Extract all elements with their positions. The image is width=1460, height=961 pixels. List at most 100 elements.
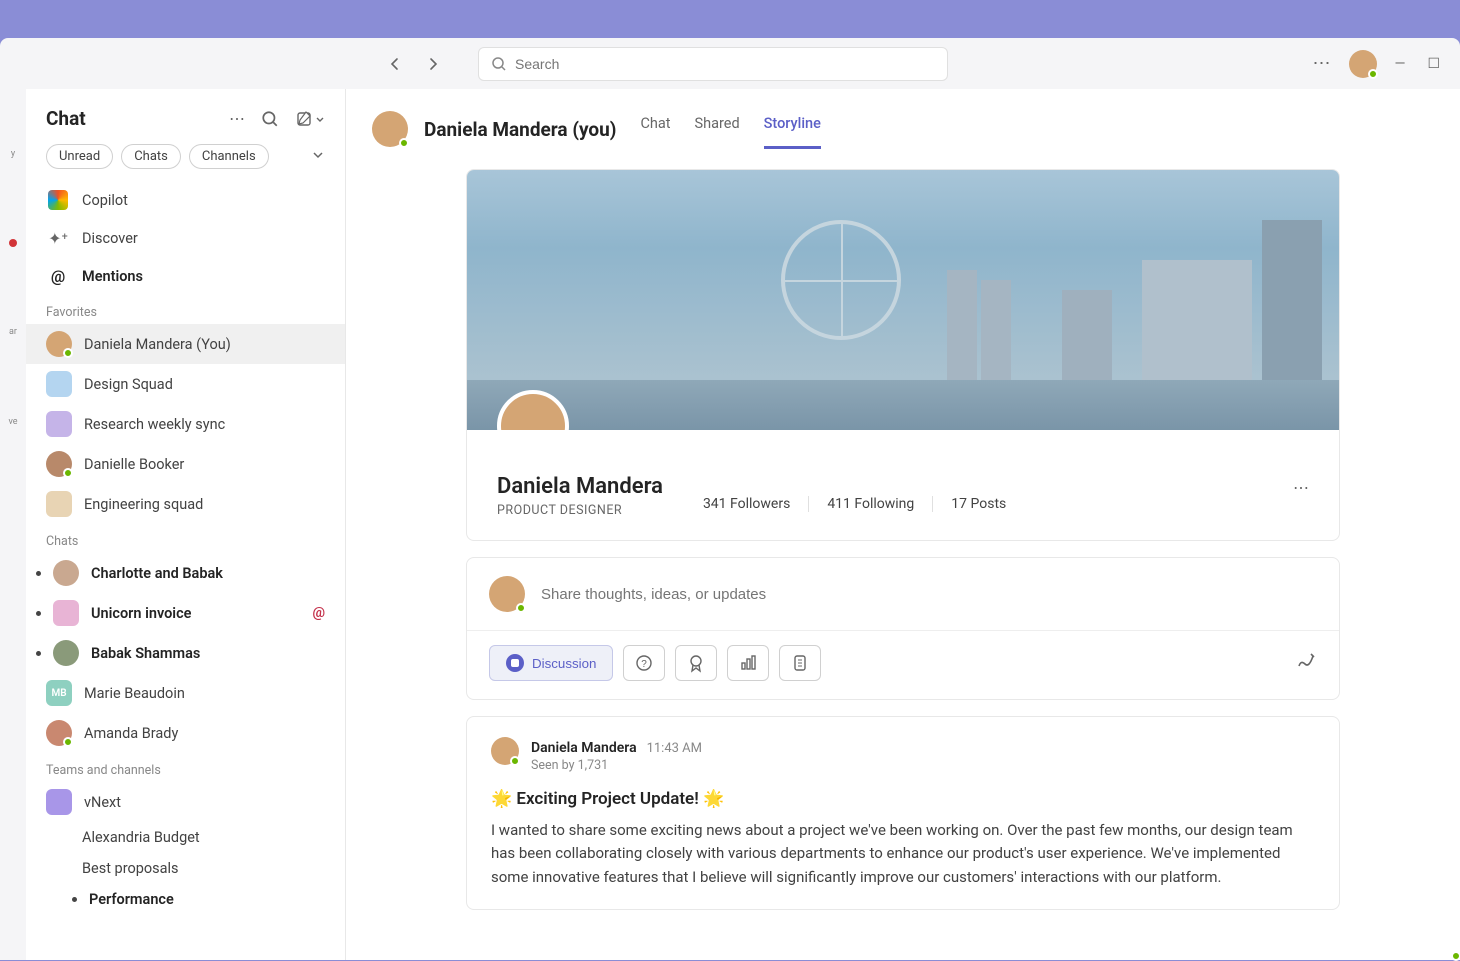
composer-input[interactable]	[541, 586, 1317, 603]
search-input[interactable]	[515, 56, 935, 72]
tab-storyline[interactable]: Storyline	[764, 109, 821, 149]
sidebar-item-vnext[interactable]: vNext	[26, 782, 345, 822]
search-icon	[491, 56, 507, 72]
rail-item[interactable]: ar	[9, 327, 17, 337]
filter-expand-icon[interactable]	[311, 147, 325, 166]
sidebar-item-label: Unicorn invoice	[91, 605, 191, 622]
sidebar-item-label: Best proposals	[82, 860, 179, 877]
main-content: Daniela Mandera (you) Chat Shared Storyl…	[346, 89, 1460, 960]
nav-back-button[interactable]	[380, 49, 410, 79]
question-icon: ?	[634, 653, 654, 673]
sidebar-item-charlotte-babak[interactable]: Charlotte and Babak	[26, 553, 345, 593]
post-author[interactable]: Daniela Mandera	[531, 740, 637, 756]
post-card: Daniela Mandera 11:43 AM Seen by 1,731 🌟…	[466, 716, 1340, 910]
profile-avatar[interactable]	[497, 390, 569, 430]
question-button[interactable]: ?	[623, 645, 665, 681]
posts-stat[interactable]: 17 Posts	[932, 496, 1024, 512]
signature-button[interactable]	[1295, 650, 1317, 676]
sidebar-item-label: Engineering squad	[84, 496, 203, 513]
sidebar-item-label: Research weekly sync	[84, 416, 225, 433]
sidebar-item-proposals[interactable]: Best proposals	[26, 853, 345, 884]
copilot-icon	[48, 190, 68, 210]
sidebar-item-danielle[interactable]: Danielle Booker	[26, 444, 345, 484]
post-seen: Seen by 1,731	[531, 758, 702, 773]
section-teams: Teams and channels	[26, 753, 345, 782]
unread-dot-icon	[36, 611, 41, 616]
mention-badge-icon: @	[312, 605, 325, 621]
pen-icon	[1295, 650, 1317, 672]
sparkle-icon: ✦⁺	[46, 226, 70, 250]
unread-dot-icon	[36, 651, 41, 656]
sidebar-item-label: Performance	[89, 891, 174, 908]
praise-button[interactable]	[675, 645, 717, 681]
sidebar-item-label: Danielle Booker	[84, 456, 184, 473]
search-box[interactable]	[478, 47, 948, 81]
user-avatar[interactable]	[1349, 50, 1377, 78]
team-icon	[53, 600, 79, 626]
filter-chats[interactable]: Chats	[121, 144, 181, 169]
post-body: I wanted to share some exciting news abo…	[491, 819, 1315, 889]
rail-item[interactable]: ve	[8, 417, 17, 427]
sidebar-item-mentions[interactable]: @ Mentions	[26, 257, 345, 295]
avatar-icon	[46, 451, 72, 477]
article-button[interactable]	[779, 645, 821, 681]
following-stat[interactable]: 411 Following	[808, 496, 932, 512]
activity-indicator-icon	[9, 239, 17, 247]
sidebar-item-engineering[interactable]: Engineering squad	[26, 484, 345, 524]
rail-item[interactable]: y	[11, 149, 15, 159]
title-bar: ⋯ — ☐	[0, 38, 1460, 89]
nav-forward-button[interactable]	[418, 49, 448, 79]
sidebar-item-label: Mentions	[82, 268, 143, 285]
followers-stat[interactable]: 341 Followers	[703, 496, 808, 512]
poll-button[interactable]	[727, 645, 769, 681]
chat-sidebar: Chat ⋯ Unread Chats Channels	[26, 89, 346, 960]
poll-icon	[738, 653, 758, 673]
post-avatar[interactable]	[491, 737, 519, 765]
sidebar-item-copilot[interactable]: Copilot	[26, 181, 345, 219]
sidebar-item-alexandria[interactable]: Alexandria Budget	[26, 822, 345, 853]
team-icon	[46, 491, 72, 517]
window-minimize-button[interactable]: —	[1395, 56, 1406, 72]
sidebar-item-label: Amanda Brady	[84, 725, 178, 742]
profile-role: PRODUCT DESIGNER	[497, 503, 663, 518]
sidebar-item-label: Design Squad	[84, 376, 173, 393]
compose-button[interactable]	[295, 110, 325, 128]
composer-avatar	[489, 576, 525, 612]
section-favorites: Favorites	[26, 295, 345, 324]
profile-name: Daniela Mandera	[497, 474, 663, 499]
sidebar-item-design-squad[interactable]: Design Squad	[26, 364, 345, 404]
sidebar-item-marie[interactable]: MB Marie Beaudoin	[26, 673, 345, 713]
discussion-button[interactable]: Discussion	[489, 645, 613, 681]
sidebar-item-label: Daniela Mandera (You)	[84, 336, 231, 353]
sidebar-more-button[interactable]: ⋯	[229, 109, 245, 128]
team-icon	[46, 789, 72, 815]
article-icon	[790, 653, 810, 673]
sidebar-item-label: Marie Beaudoin	[84, 685, 185, 702]
sidebar-item-discover[interactable]: ✦⁺ Discover	[26, 219, 345, 257]
sidebar-item-babak[interactable]: Babak Shammas	[26, 633, 345, 673]
sidebar-item-label: Babak Shammas	[91, 645, 200, 662]
sidebar-item-unicorn[interactable]: Unicorn invoice @	[26, 593, 345, 633]
sidebar-item-label: Alexandria Budget	[82, 829, 200, 846]
window-maximize-button[interactable]: ☐	[1427, 56, 1440, 72]
unread-dot-icon	[36, 571, 41, 576]
sidebar-item-research-sync[interactable]: Research weekly sync	[26, 404, 345, 444]
sidebar-item-self[interactable]: Daniela Mandera (You)	[26, 324, 345, 364]
profile-more-button[interactable]: ⋯	[1293, 478, 1309, 497]
sidebar-item-performance[interactable]: Performance	[26, 884, 345, 915]
app-rail: y ar ve	[0, 89, 26, 960]
team-icon	[46, 371, 72, 397]
page-title: Daniela Mandera (you)	[424, 118, 616, 141]
tab-shared[interactable]: Shared	[695, 109, 740, 149]
filter-unread[interactable]: Unread	[46, 144, 113, 169]
filter-channels[interactable]: Channels	[189, 144, 269, 169]
sidebar-item-amanda[interactable]: Amanda Brady	[26, 713, 345, 753]
tab-chat[interactable]: Chat	[640, 109, 670, 149]
profile-card: Daniela Mandera PRODUCT DESIGNER 341 Fol…	[466, 169, 1340, 541]
avatar-icon	[46, 331, 72, 357]
sidebar-search-icon[interactable]	[261, 110, 279, 128]
more-button[interactable]: ⋯	[1313, 53, 1331, 74]
sidebar-title: Chat	[46, 107, 86, 130]
header-avatar[interactable]	[372, 111, 408, 147]
discussion-label: Discussion	[532, 656, 596, 671]
